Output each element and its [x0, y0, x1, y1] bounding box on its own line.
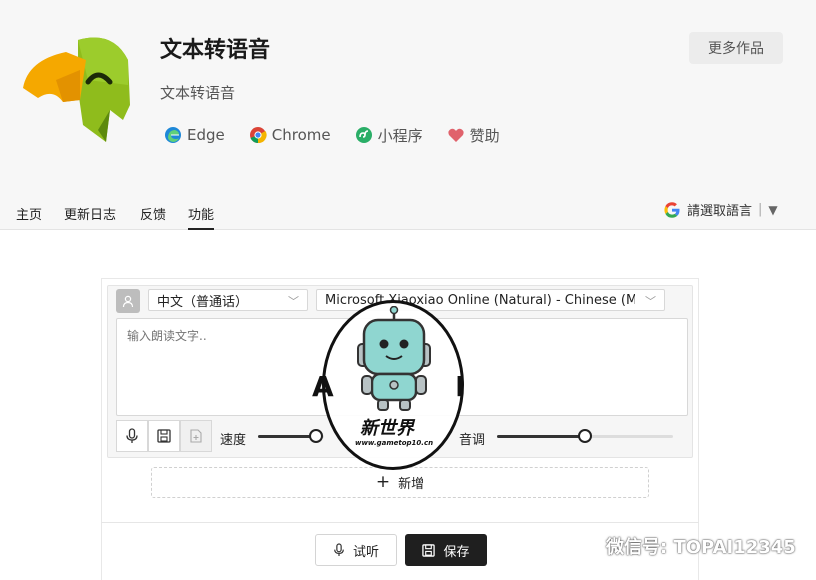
user-icon [122, 295, 134, 308]
insert-file-button[interactable] [180, 420, 212, 452]
watermark-letter-a: A [312, 370, 334, 403]
speed-slider-fill [258, 435, 317, 438]
microphone-button[interactable] [116, 420, 148, 452]
file-add-icon [190, 429, 202, 443]
robot-mascot-icon [357, 306, 431, 411]
google-icon [664, 201, 680, 218]
preview-listen-label: 试听 [352, 544, 379, 560]
platform-label: 小程序 [377, 126, 423, 145]
platform-label: 赞助 [469, 126, 500, 145]
microphone-icon [334, 543, 344, 556]
pitch-slider-fill [497, 435, 585, 438]
floppy-disk-icon [157, 429, 171, 443]
nav-item-changelog[interactable]: 更新日志 [64, 204, 116, 230]
language-selector[interactable]: 請選取語言 | ▼ [663, 200, 778, 219]
wechat-watermark: 微信号: TOPAI12345 [572, 533, 796, 559]
speaker-avatar[interactable] [116, 289, 140, 313]
more-works-button[interactable]: 更多作品 [689, 32, 783, 64]
save-label: 保存 [443, 544, 470, 560]
platform-link-mini-program[interactable]: 小程序 [355, 124, 423, 146]
platform-label: Chrome [271, 126, 331, 144]
chevron-down-icon: ﹀ [645, 295, 656, 308]
save-draft-button[interactable] [148, 420, 180, 452]
language-select-value: 中文（普通话） [157, 294, 249, 310]
nav-item-feedback[interactable]: 反馈 [140, 204, 166, 230]
app-subtitle: 文本转语音 [160, 84, 236, 102]
add-segment-label: 新增 [398, 477, 425, 492]
platform-link-sponsor[interactable]: 赞助 [447, 124, 500, 146]
speed-label: 速度 [220, 433, 247, 448]
app-header: 文本转语音 文本转语音 更多作品 Edge Chrome 小程序 赞助 [0, 0, 816, 190]
pitch-slider-thumb[interactable] [578, 429, 592, 443]
platform-label: Edge [187, 126, 225, 144]
language-selector-label: 請選取語言 [687, 204, 753, 219]
language-select[interactable]: 中文（普通话） ﹀ [148, 289, 308, 311]
wechat-id: 微信号: TOPAI12345 [606, 537, 796, 558]
heart-icon [447, 128, 464, 142]
watermark-url: www.gametop10.cn [355, 439, 434, 447]
preview-listen-button[interactable]: 试听 [315, 534, 397, 566]
microphone-icon [126, 428, 138, 443]
nav-item-features[interactable]: 功能 [188, 204, 215, 230]
parrot-logo-icon [23, 37, 130, 142]
watermark-brand-name: 新世界 [360, 418, 414, 439]
plus-icon: + [375, 472, 391, 492]
chrome-icon [249, 127, 267, 144]
watermark-letter-i: I [455, 370, 466, 403]
platform-link-edge[interactable]: Edge [164, 124, 225, 146]
platform-links: Edge Chrome 小程序 赞助 [164, 124, 524, 146]
section-divider [101, 522, 699, 523]
divider: | [758, 202, 763, 217]
platform-link-chrome[interactable]: Chrome [249, 124, 331, 146]
save-button[interactable]: 保存 [405, 534, 487, 566]
pitch-slider[interactable] [497, 429, 673, 443]
floppy-disk-icon [422, 543, 436, 557]
mini-program-icon [355, 127, 372, 143]
chevron-down-icon: ▼ [768, 202, 778, 217]
chevron-down-icon: ﹀ [288, 295, 299, 308]
wechat-icon [573, 535, 600, 557]
edge-icon [165, 127, 181, 143]
nav-item-home[interactable]: 主页 [16, 204, 42, 230]
app-title: 文本转语音 [160, 38, 271, 63]
